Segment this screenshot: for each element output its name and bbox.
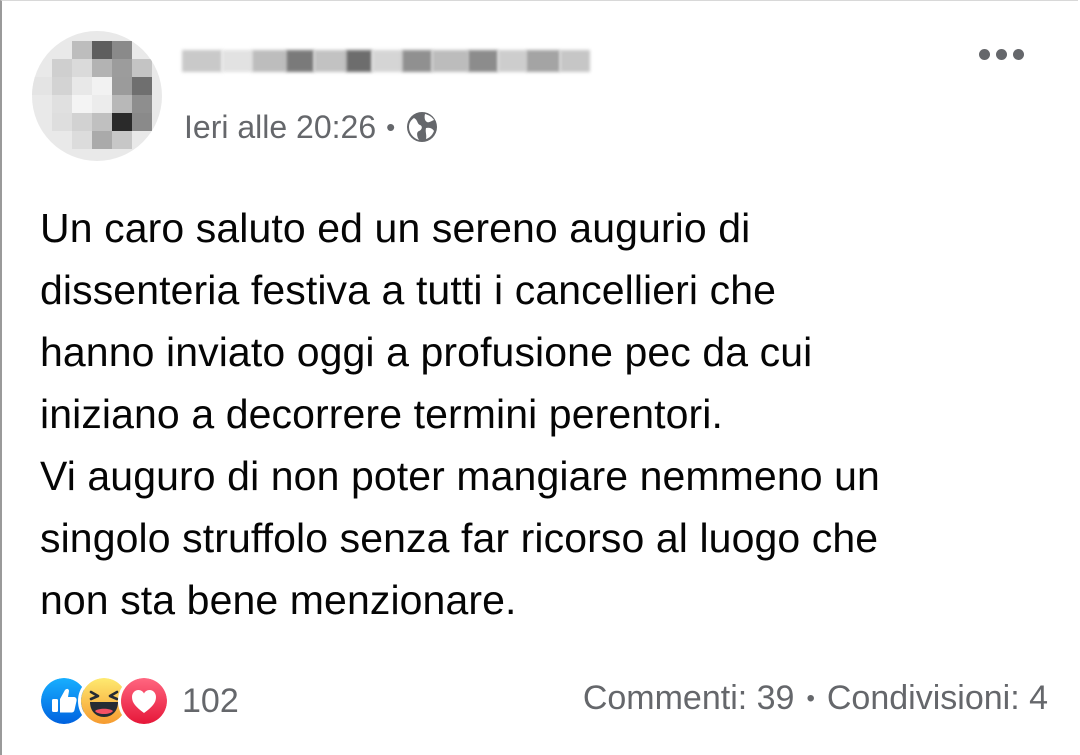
more-dot [979, 49, 990, 60]
love-icon [118, 675, 170, 727]
post-card: Ieri alle 20:26 • Un caro saluto ed un s… [0, 0, 1078, 755]
post-text: Un caro saluto ed un sereno augurio di d… [40, 205, 880, 623]
shares-count[interactable]: Condivisioni: 4 [827, 679, 1048, 718]
comments-count[interactable]: Commenti: 39 [583, 679, 795, 718]
stats-separator: • [806, 684, 815, 712]
post-stats: Commenti: 39 • Condivisioni: 4 [583, 679, 1048, 718]
globe-icon[interactable] [405, 110, 439, 144]
more-dot [1013, 49, 1024, 60]
reaction-count: 102 [182, 681, 239, 720]
avatar[interactable] [32, 31, 162, 161]
post-footer: 102 Commenti: 39 • Condivisioni: 4 [38, 669, 1048, 729]
post-timestamp[interactable]: Ieri alle 20:26 [184, 109, 376, 146]
more-dot [996, 49, 1007, 60]
post-meta: Ieri alle 20:26 • [184, 105, 439, 149]
reactions-summary[interactable]: 102 [38, 675, 239, 727]
meta-separator: • [386, 111, 396, 142]
author-name[interactable] [182, 43, 600, 79]
more-options-icon[interactable] [979, 49, 1024, 60]
